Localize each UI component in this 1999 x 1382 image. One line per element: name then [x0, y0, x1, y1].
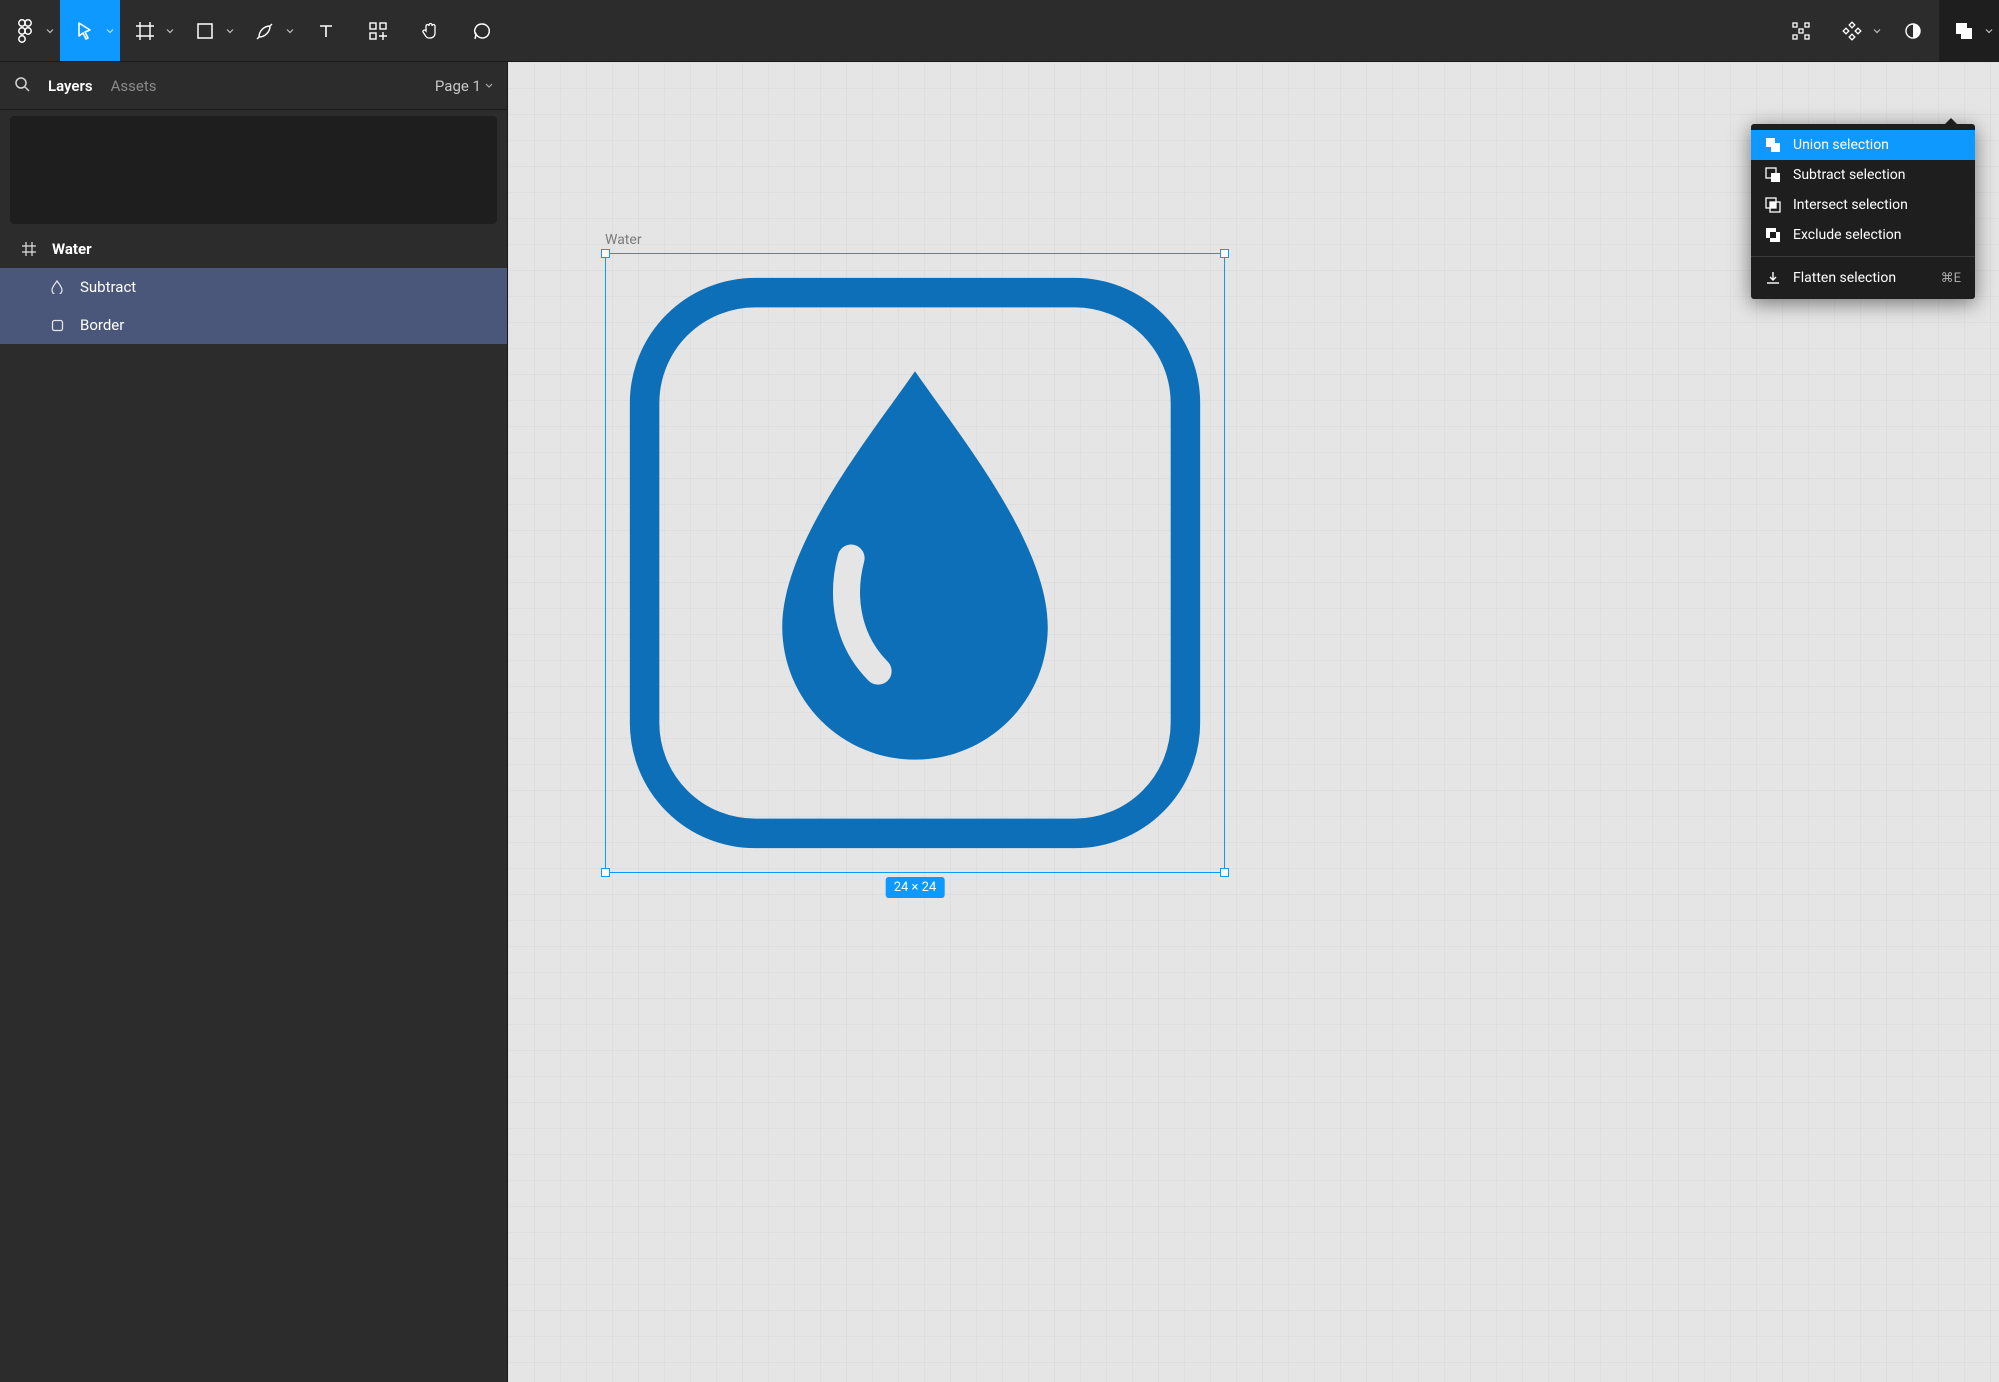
chevron-down-icon: [166, 28, 174, 33]
menu-item-label: Subtract selection: [1793, 167, 1905, 183]
menu-item-exclude[interactable]: Exclude selection: [1751, 220, 1975, 250]
menu-item-label: Union selection: [1793, 137, 1889, 153]
selection-dimensions: 24 × 24: [886, 877, 945, 898]
chevron-down-icon: [46, 28, 54, 33]
layer-list: Water Subtract Border: [0, 230, 507, 1382]
frame-tool-button[interactable]: [120, 0, 180, 61]
menu-item-label: Intersect selection: [1793, 197, 1908, 213]
chevron-down-icon: [1985, 28, 1993, 33]
chevron-down-icon: [485, 83, 493, 88]
frame-icon: [20, 242, 38, 256]
layer-label: Border: [80, 316, 124, 334]
resize-handle[interactable]: [601, 249, 610, 258]
layer-label: Water: [52, 240, 92, 258]
shape-tool-button[interactable]: [180, 0, 240, 61]
union-icon: [1765, 137, 1781, 153]
boolean-ops-button[interactable]: [1939, 0, 1999, 61]
left-panel: Layers Assets Page 1 Water Subtract: [0, 62, 508, 1382]
pen-tool-button[interactable]: [240, 0, 300, 61]
layer-row-border[interactable]: Border: [0, 306, 507, 344]
tab-layers[interactable]: Layers: [48, 77, 93, 95]
figma-menu-button[interactable]: [0, 0, 60, 61]
layer-label: Subtract: [80, 278, 136, 296]
droplet-icon: [48, 280, 66, 294]
menu-item-shortcut: ⌘E: [1941, 271, 1961, 286]
move-tool-button[interactable]: [60, 0, 120, 61]
left-panel-header: Layers Assets Page 1: [0, 62, 507, 110]
frame-label[interactable]: Water: [605, 232, 642, 248]
tab-assets[interactable]: Assets: [111, 77, 157, 95]
boolean-ops-dropdown: Union selection Subtract selection: [1751, 124, 1975, 299]
flatten-icon: [1765, 270, 1781, 286]
search-icon[interactable]: [14, 76, 30, 96]
resize-handle[interactable]: [1220, 249, 1229, 258]
components-button[interactable]: [1827, 0, 1887, 61]
page-selector-label: Page 1: [435, 77, 481, 95]
menu-item-label: Flatten selection: [1793, 270, 1896, 286]
resources-tool-button[interactable]: [352, 0, 404, 61]
chevron-down-icon: [106, 28, 114, 33]
toolbar: [0, 0, 1999, 62]
selection-box[interactable]: 24 × 24: [605, 253, 1225, 873]
rectangle-icon: [48, 319, 66, 332]
menu-item-union[interactable]: Union selection: [1751, 130, 1975, 160]
mask-button[interactable]: [1887, 0, 1939, 61]
resize-handle[interactable]: [601, 868, 610, 877]
layer-preview-area: [10, 116, 497, 224]
toolbar-right-group: [1775, 0, 1999, 61]
layer-row-frame[interactable]: Water: [0, 230, 507, 268]
chevron-down-icon: [286, 28, 294, 33]
exclude-icon: [1765, 227, 1781, 243]
page-selector[interactable]: Page 1: [435, 77, 493, 95]
menu-item-flatten[interactable]: Flatten selection ⌘E: [1751, 263, 1975, 293]
canvas[interactable]: Water 24 × 24: [508, 62, 1999, 1382]
intersect-icon: [1765, 197, 1781, 213]
hand-tool-button[interactable]: [404, 0, 456, 61]
layer-row-subtract[interactable]: Subtract: [0, 268, 507, 306]
subtract-icon: [1765, 167, 1781, 183]
menu-item-intersect[interactable]: Intersect selection: [1751, 190, 1975, 220]
menu-item-subtract[interactable]: Subtract selection: [1751, 160, 1975, 190]
pixel-grid-button[interactable]: [1775, 0, 1827, 61]
text-tool-button[interactable]: [300, 0, 352, 61]
comment-tool-button[interactable]: [456, 0, 508, 61]
menu-item-label: Exclude selection: [1793, 227, 1902, 243]
menu-separator: [1751, 256, 1975, 257]
toolbar-left-group: [0, 0, 508, 61]
chevron-down-icon: [226, 28, 234, 33]
chevron-down-icon: [1873, 28, 1881, 33]
resize-handle[interactable]: [1220, 868, 1229, 877]
